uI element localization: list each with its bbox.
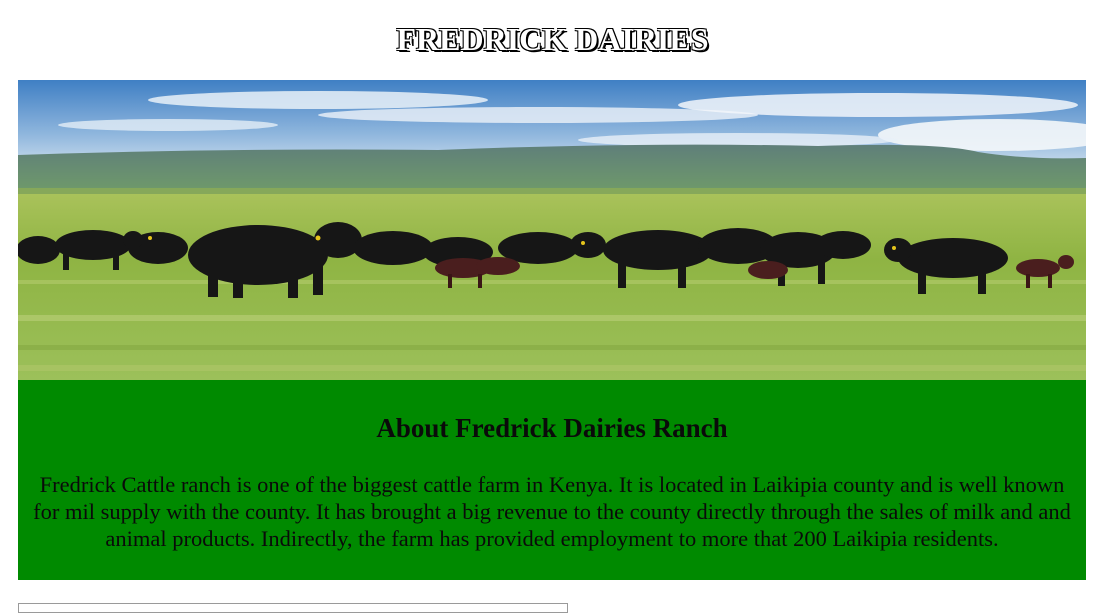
about-description: Fredrick Cattle ranch is one of the bigg… xyxy=(33,472,1071,551)
cattle-herd-image xyxy=(18,80,1086,380)
bottom-panel xyxy=(18,603,568,613)
hero-image xyxy=(18,80,1086,380)
about-heading: About Fredrick Dairies Ranch xyxy=(376,413,728,443)
about-section: About Fredrick Dairies Ranch Fredrick Ca… xyxy=(18,380,1086,580)
site-title: FREDRICK DAIRIES xyxy=(396,21,709,57)
